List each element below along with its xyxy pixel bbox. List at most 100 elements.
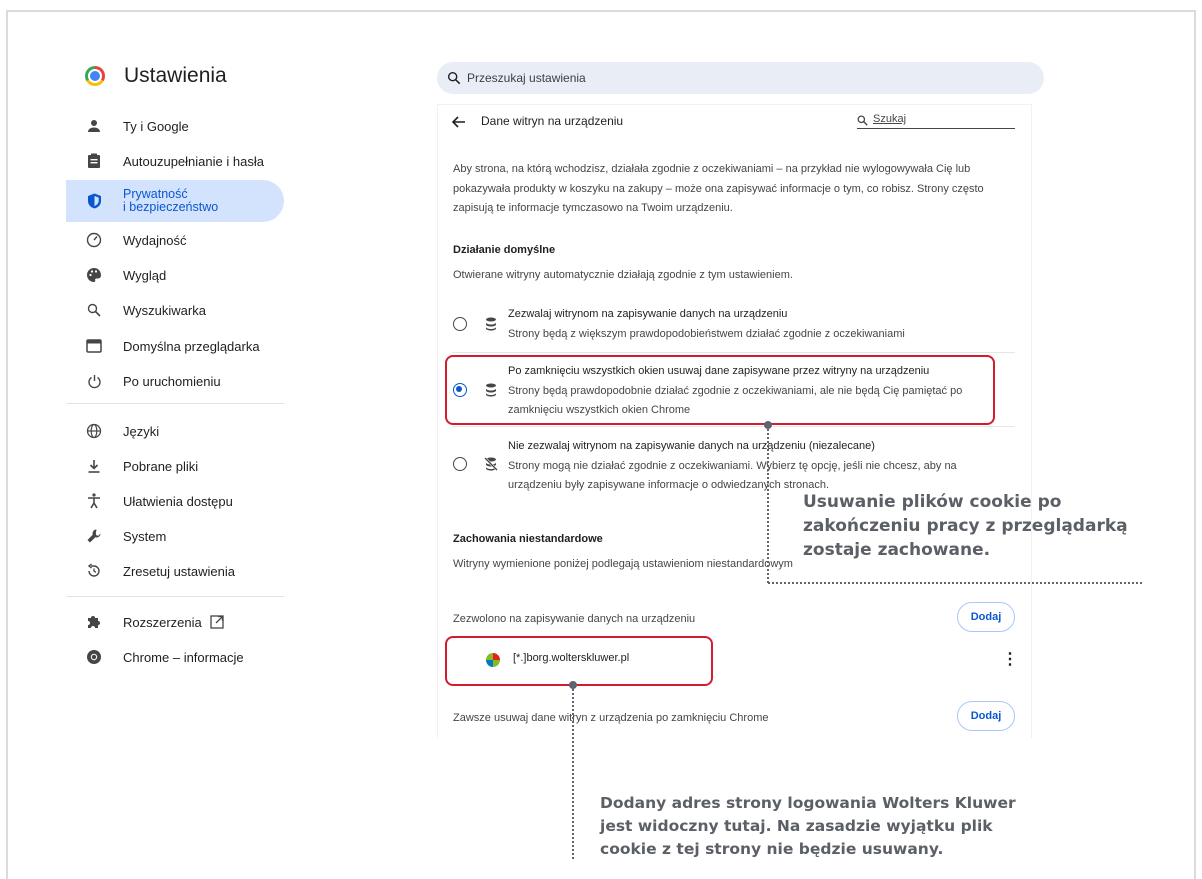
wrench-icon xyxy=(86,528,102,544)
callout-dot xyxy=(764,421,772,429)
custom-behaviors-description: Witryny wymienione poniżej podlegają ust… xyxy=(453,558,793,570)
sidebar-item-label: Ułatwienia dostępu xyxy=(123,493,233,509)
page-title: Dane witryn na urządzeniu xyxy=(481,114,624,128)
globe-icon xyxy=(86,423,102,439)
sidebar-item-performance[interactable]: Wydajność xyxy=(66,223,284,257)
accessibility-icon xyxy=(86,493,102,509)
sidebar-item-label: Wydajność xyxy=(123,232,187,248)
option-title: Nie zezwalaj witrynom na zapisywanie dan… xyxy=(508,440,875,452)
sidebar-divider xyxy=(66,596,284,597)
option-allow-text: Zezwalaj witrynom na zapisywanie danych … xyxy=(508,305,905,344)
allowed-list-label: Zezwolono na zapisywanie danych na urząd… xyxy=(453,613,696,625)
row-divider xyxy=(452,426,1015,427)
intro-line: Aby strona, na którą wchodzisz, działała… xyxy=(453,163,971,175)
default-behavior-description: Otwierane witryny automatycznie działają… xyxy=(453,269,793,281)
option-description: urządzeniu były zapisywane informacje o … xyxy=(508,479,830,491)
sidebar-item-label: Po uruchomieniu xyxy=(123,373,221,389)
sidebar-item-appearance[interactable]: Wygląd xyxy=(66,258,284,292)
sidebar-item-label-line1: Prywatność xyxy=(123,187,188,201)
sidebar-item-label: Rozszerzenia xyxy=(123,614,202,630)
sidebar-item-autofill[interactable]: Autouzupełnianie i hasła xyxy=(66,144,284,178)
sidebar-item-label: Pobrane pliki xyxy=(123,458,199,474)
download-icon xyxy=(86,458,102,474)
browser-icon xyxy=(86,338,102,354)
sidebar-item-label: Autouzupełnianie i hasła xyxy=(123,153,264,169)
shield-icon xyxy=(86,193,102,209)
radio-allow-saving[interactable] xyxy=(453,317,467,331)
database-off-icon xyxy=(484,457,498,476)
chrome-logo-icon xyxy=(85,66,105,86)
search-input[interactable] xyxy=(467,71,1027,85)
sidebar-item-label: Ty i Google xyxy=(123,118,189,134)
sidebar-item-on-startup[interactable]: Po uruchomieniu xyxy=(66,364,284,398)
sidebar-item-label: Wygląd xyxy=(123,267,167,283)
reset-icon xyxy=(86,563,102,579)
annotation-line: jest widoczny tutaj. Na zasadzie wyjątku… xyxy=(600,817,993,835)
radio-block-saving[interactable] xyxy=(453,457,467,471)
intro-line: pokazywała produkty w koszyku na zakupy … xyxy=(453,182,984,195)
option-title: Zezwalaj witrynom na zapisywanie danych … xyxy=(508,308,788,320)
annotation-line: zakończeniu pracy z przeglądarką xyxy=(803,516,1128,536)
callout-dot xyxy=(569,681,577,689)
sidebar-item-reset[interactable]: Zresetuj ustawienia xyxy=(66,554,284,588)
palette-icon xyxy=(86,267,102,283)
sidebar-item-label: Zresetuj ustawienia xyxy=(123,563,235,579)
callout-line xyxy=(768,582,1142,584)
chrome-icon xyxy=(86,649,102,665)
clipboard-icon xyxy=(86,153,102,169)
intro-line: zapisują te informacje tymczasowo na Two… xyxy=(453,202,733,214)
search-icon xyxy=(857,115,868,126)
speedometer-icon xyxy=(86,232,102,248)
annotation-line: Dodany adres strony logowania Wolters Kl… xyxy=(600,794,1016,812)
annotation-line: zostaje zachowane. xyxy=(803,540,991,560)
sidebar-item-default-browser[interactable]: Domyślna przeglądarka xyxy=(66,329,284,363)
database-icon xyxy=(485,317,497,336)
callout-line xyxy=(572,689,574,859)
add-always-clear-site-button[interactable]: Dodaj xyxy=(957,701,1015,731)
sidebar-item-search-engine[interactable]: Wyszukiwarka xyxy=(66,293,284,327)
sidebar-item-languages[interactable]: Języki xyxy=(66,414,284,448)
sidebar-item-accessibility[interactable]: Ułatwienia dostępu xyxy=(66,484,284,518)
external-link-icon[interactable] xyxy=(210,615,224,632)
more-actions-icon[interactable]: ⋮ xyxy=(1002,649,1018,669)
sidebar-item-downloads[interactable]: Pobrane pliki xyxy=(66,449,284,483)
annotation-cookie-clearing: Usuwanie plików cookie po zakończeniu pr… xyxy=(803,490,1128,562)
back-arrow-icon[interactable] xyxy=(451,115,466,133)
person-icon xyxy=(86,118,102,134)
option-block-text: Nie zezwalaj witrynom na zapisywanie dan… xyxy=(508,437,957,496)
highlight-selected-option xyxy=(445,355,995,425)
highlight-site-entry xyxy=(445,636,713,686)
sidebar-item-system[interactable]: System xyxy=(66,519,284,553)
custom-behaviors-heading: Zachowania niestandardowe xyxy=(453,533,603,545)
sidebar-item-you-and-google[interactable]: Ty i Google xyxy=(66,109,284,143)
settings-search[interactable] xyxy=(437,62,1044,94)
sidebar-item-label-line2: i bezpieczeństwo xyxy=(123,200,219,214)
always-clear-list-label: Zawsze usuwaj dane witryn z urządzenia p… xyxy=(453,712,769,724)
sidebar-item-label: Chrome – informacje xyxy=(123,649,244,665)
search-icon xyxy=(86,302,102,318)
sidebar-divider xyxy=(66,403,284,404)
option-description: Strony mogą nie działać zgodnie z oczeki… xyxy=(508,459,957,472)
intro-text: Aby strona, na którą wchodzisz, działała… xyxy=(453,160,984,219)
option-description: Strony będą z większym prawdopodobieństw… xyxy=(508,327,905,340)
sidebar-item-label: Języki xyxy=(123,423,160,439)
annotation-site-exception: Dodany adres strony logowania Wolters Kl… xyxy=(600,792,1016,861)
power-icon xyxy=(86,373,102,389)
callout-line xyxy=(767,429,769,583)
page-search-label: Szukaj xyxy=(873,113,907,125)
add-allowed-site-button[interactable]: Dodaj xyxy=(957,602,1015,632)
page-search[interactable]: Szukaj xyxy=(857,113,1015,129)
sidebar-item-label: System xyxy=(123,528,167,544)
app-title: Ustawienia xyxy=(124,64,227,87)
sidebar-item-extensions[interactable]: Rozszerzenia xyxy=(66,605,284,639)
sidebar-item-privacy[interactable]: Prywatność i bezpieczeństwo xyxy=(66,180,284,222)
row-divider xyxy=(452,352,1015,353)
search-icon xyxy=(447,71,461,85)
sidebar-item-label: Prywatność i bezpieczeństwo xyxy=(123,188,218,214)
annotation-line: Usuwanie plików cookie po xyxy=(803,492,1062,512)
puzzle-icon xyxy=(86,614,102,630)
annotation-line: cookie z tej strony nie będzie usuwany. xyxy=(600,840,944,858)
sidebar-item-about-chrome[interactable]: Chrome – informacje xyxy=(66,640,284,674)
sidebar-item-label: Domyślna przeglądarka xyxy=(123,338,260,354)
default-behavior-heading: Działanie domyślne xyxy=(453,244,556,256)
